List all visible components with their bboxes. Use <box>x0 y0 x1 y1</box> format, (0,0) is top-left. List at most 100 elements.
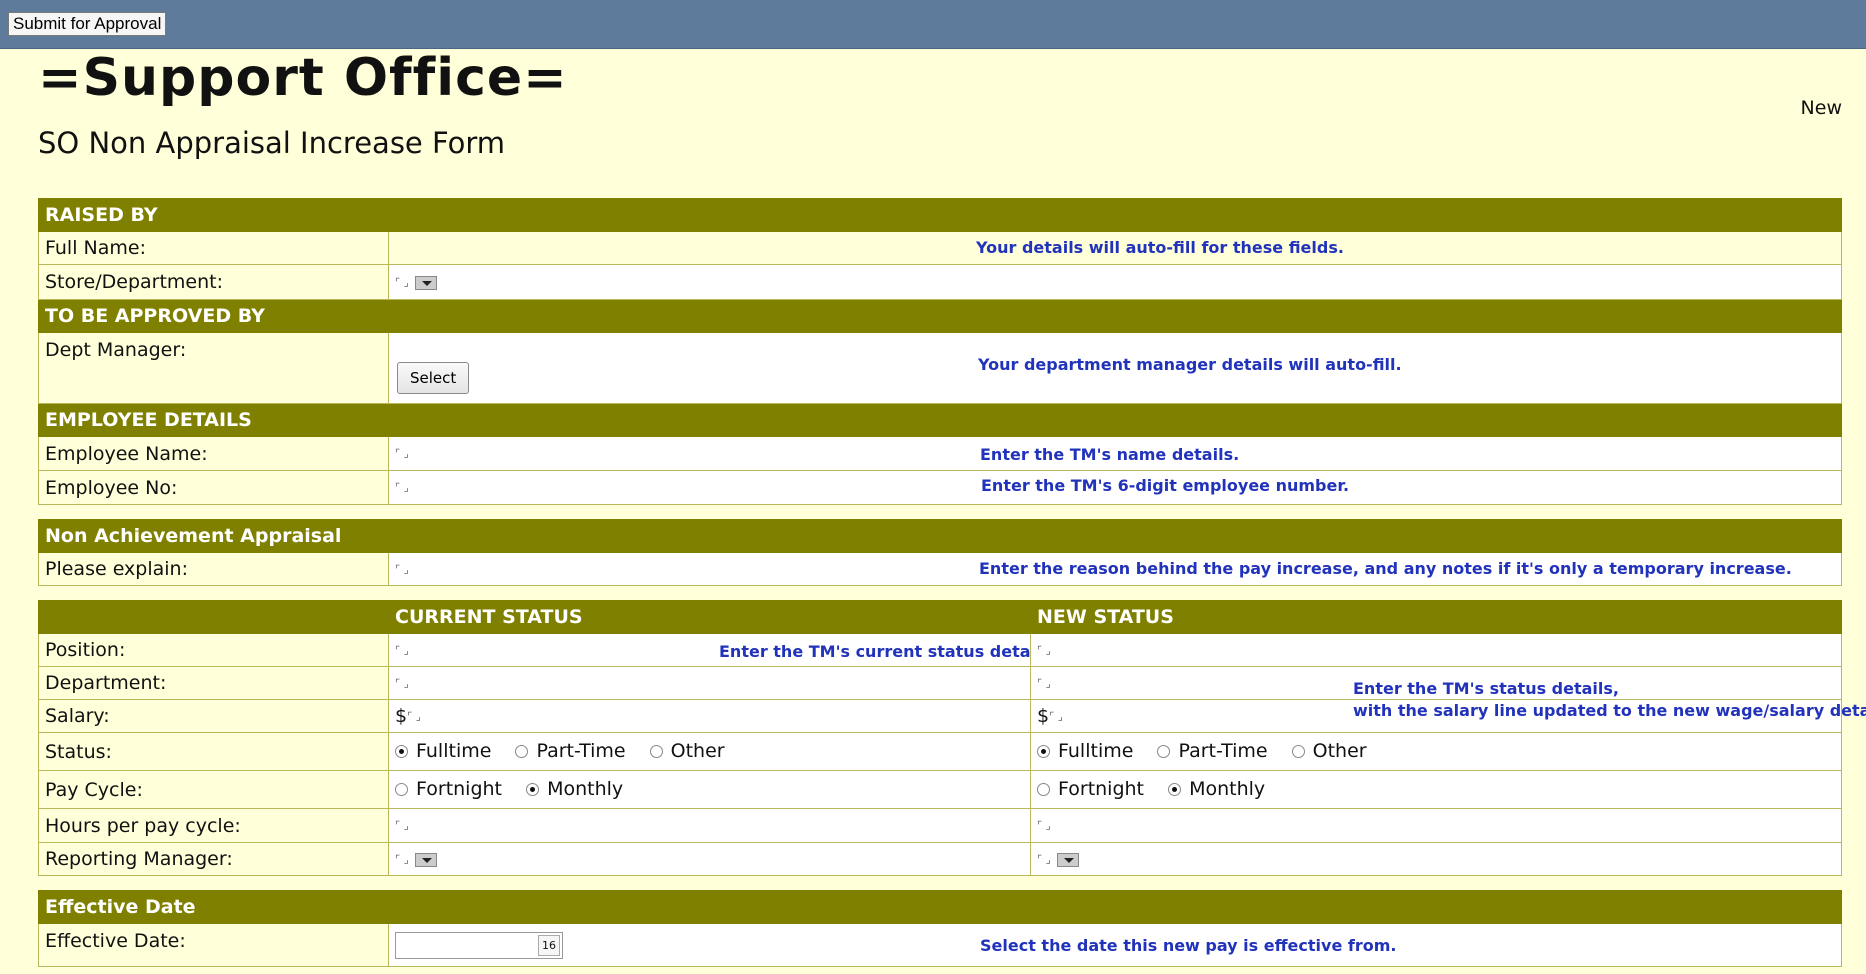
approval-hint: Your department manager details will aut… <box>978 355 1402 374</box>
current-position-field[interactable]: ⌜ ⌟ Enter the TM's current status detail… <box>388 633 1057 667</box>
section-header-approval: TO BE APPROVED BY <box>38 299 1842 333</box>
radio-icon[interactable] <box>1157 744 1171 758</box>
radio-selected-icon[interactable] <box>395 744 408 758</box>
effective-date-hint: Select the date this new pay is effectiv… <box>980 936 1397 955</box>
new-position-field[interactable]: ⌜ ⌟ <box>1030 633 1842 667</box>
radio-icon[interactable] <box>649 744 663 758</box>
raised-by-table: RAISED BY Full Name: Your details will a… <box>38 198 1842 505</box>
radio-icon[interactable] <box>1037 782 1050 796</box>
submit-for-approval-button[interactable]: Submit for Approval <box>8 12 167 36</box>
new-salary-field[interactable]: $⌜ ⌟ with the salary line updated to the… <box>1030 699 1866 733</box>
field-marker-icon: ⌜ ⌟ <box>1037 676 1051 690</box>
current-status-other[interactable]: Other <box>649 740 725 762</box>
new-pay-cycle-monthly[interactable]: Monthly <box>1168 778 1265 800</box>
field-marker-icon: ⌜ ⌟ <box>395 481 409 494</box>
employee-no-label: Employee No: <box>38 470 389 505</box>
store-department-field[interactable]: ⌜ ⌟ <box>388 264 1842 300</box>
radio-icon[interactable] <box>515 744 529 758</box>
store-department-label: Store/Department: <box>38 264 389 300</box>
current-status-heading: CURRENT STATUS <box>388 600 1031 634</box>
new-pay-cycle-fortnight[interactable]: Fortnight <box>1037 778 1144 800</box>
field-marker-icon: ⌜ ⌟ <box>1037 643 1051 657</box>
dept-manager-field: Select Your department manager details w… <box>388 332 1842 404</box>
field-marker-icon: ⌜ ⌟ <box>395 562 409 576</box>
explain-hint: Enter the reason behind the pay increase… <box>979 559 1792 578</box>
please-explain-field[interactable]: ⌜ ⌟ Enter the reason behind the pay incr… <box>388 552 1842 586</box>
current-hours-field[interactable]: ⌜ ⌟ <box>388 808 1031 843</box>
dropdown-arrow-icon[interactable] <box>1056 852 1079 867</box>
new-status-other[interactable]: Other <box>1291 740 1367 762</box>
toolbar: Submit for Approval <box>0 0 1866 49</box>
radio-selected-icon[interactable] <box>1037 744 1050 758</box>
current-reporting-manager-field[interactable]: ⌜ ⌟ <box>388 842 1031 876</box>
full-name-label: Full Name: <box>38 231 389 265</box>
section-header-non-achievement: Non Achievement Appraisal <box>38 519 1842 553</box>
employee-name-hint: Enter the TM's name details. <box>980 445 1240 464</box>
current-pay-cycle-options: Fortnight Monthly <box>388 770 1031 809</box>
status-table: CURRENT STATUS NEW STATUS Position: ⌜ ⌟ … <box>38 600 1866 876</box>
new-status-heading: NEW STATUS <box>1030 600 1842 634</box>
current-status-part-time[interactable]: Part-Time <box>515 740 626 762</box>
field-marker-icon: ⌜ ⌟ <box>395 819 409 832</box>
status-label: Status: <box>38 732 389 771</box>
current-status-fulltime[interactable]: Fulltime <box>395 740 491 762</box>
field-marker-icon: ⌜ ⌟ <box>395 643 409 657</box>
reporting-manager-label: Reporting Manager: <box>38 842 389 876</box>
field-marker-icon: ⌜ ⌟ <box>395 275 409 289</box>
current-salary-field[interactable]: $⌜ ⌟ <box>388 699 1031 733</box>
new-pay-cycle-options: Fortnight Monthly <box>1030 770 1842 809</box>
salary-label: Salary: <box>38 699 389 733</box>
dropdown-arrow-icon[interactable] <box>414 852 437 867</box>
raised-by-hint: Your details will auto-fill for these fi… <box>976 238 1344 257</box>
pay-cycle-label: Pay Cycle: <box>38 770 389 809</box>
form-title: SO Non Appraisal Increase Form <box>38 126 506 160</box>
current-department-field[interactable]: ⌜ ⌟ <box>388 666 1031 700</box>
status-badge: New <box>1800 97 1842 119</box>
select-manager-button[interactable]: Select <box>397 362 470 394</box>
effective-date-label: Effective Date: <box>38 923 389 967</box>
effective-date-input[interactable]: 16 <box>395 931 563 959</box>
radio-selected-icon[interactable] <box>1168 782 1182 796</box>
form-content: RAISED BY Full Name: Your details will a… <box>38 198 1866 967</box>
new-status-part-time[interactable]: Part-Time <box>1157 740 1268 762</box>
dept-manager-label: Dept Manager: <box>38 332 389 404</box>
department-label: Department: <box>38 666 389 700</box>
position-label: Position: <box>38 633 389 667</box>
current-status-options: Fulltime Part-Time Other <box>388 732 1031 771</box>
new-status-hint-line2: with the salary line updated to the new … <box>1353 701 1866 720</box>
non-achievement-table: Non Achievement Appraisal Please explain… <box>38 519 1842 586</box>
status-header-row: CURRENT STATUS NEW STATUS <box>38 600 1842 634</box>
field-marker-icon: ⌜ ⌟ <box>395 676 409 690</box>
new-status-options: Fulltime Part-Time Other <box>1030 732 1842 771</box>
currency-symbol: $ <box>1037 705 1050 727</box>
field-marker-icon: ⌜ ⌟ <box>1037 852 1051 866</box>
field-marker-icon: ⌜ ⌟ <box>395 852 409 866</box>
new-reporting-manager-field[interactable]: ⌜ ⌟ <box>1030 842 1842 876</box>
employee-no-field[interactable]: ⌜ ⌟ Enter the TM's 6-digit employee numb… <box>388 470 1842 505</box>
employee-name-label: Employee Name: <box>38 436 389 471</box>
radio-icon[interactable] <box>395 782 408 796</box>
new-status-hint-line1: Enter the TM's status details, <box>1353 679 1619 698</box>
current-pay-cycle-monthly[interactable]: Monthly <box>526 778 623 800</box>
new-status-fulltime[interactable]: Fulltime <box>1037 740 1133 762</box>
new-department-field[interactable]: ⌜ ⌟ Enter the TM's status details, <box>1030 666 1842 700</box>
radio-icon[interactable] <box>1291 744 1305 758</box>
current-pay-cycle-fortnight[interactable]: Fortnight <box>395 778 502 800</box>
new-hours-field[interactable]: ⌜ ⌟ <box>1030 808 1842 843</box>
field-marker-icon: ⌜ ⌟ <box>395 447 409 460</box>
radio-selected-icon[interactable] <box>526 782 540 796</box>
section-header-effective-date: Effective Date <box>38 890 1842 924</box>
field-marker-icon: ⌜ ⌟ <box>1049 709 1063 723</box>
full-name-field: Your details will auto-fill for these fi… <box>388 231 1842 265</box>
hours-per-pay-cycle-label: Hours per pay cycle: <box>38 808 389 843</box>
effective-date-table: Effective Date Effective Date: 16 Select… <box>38 890 1842 967</box>
calendar-icon[interactable]: 16 <box>538 934 560 956</box>
page-title: =Support Office= <box>38 48 568 108</box>
please-explain-label: Please explain: <box>38 552 389 586</box>
employee-name-field[interactable]: ⌜ ⌟ Enter the TM's name details. <box>388 436 1842 471</box>
section-header-raised-by: RAISED BY <box>38 198 1842 232</box>
dropdown-arrow-icon[interactable] <box>414 275 437 290</box>
